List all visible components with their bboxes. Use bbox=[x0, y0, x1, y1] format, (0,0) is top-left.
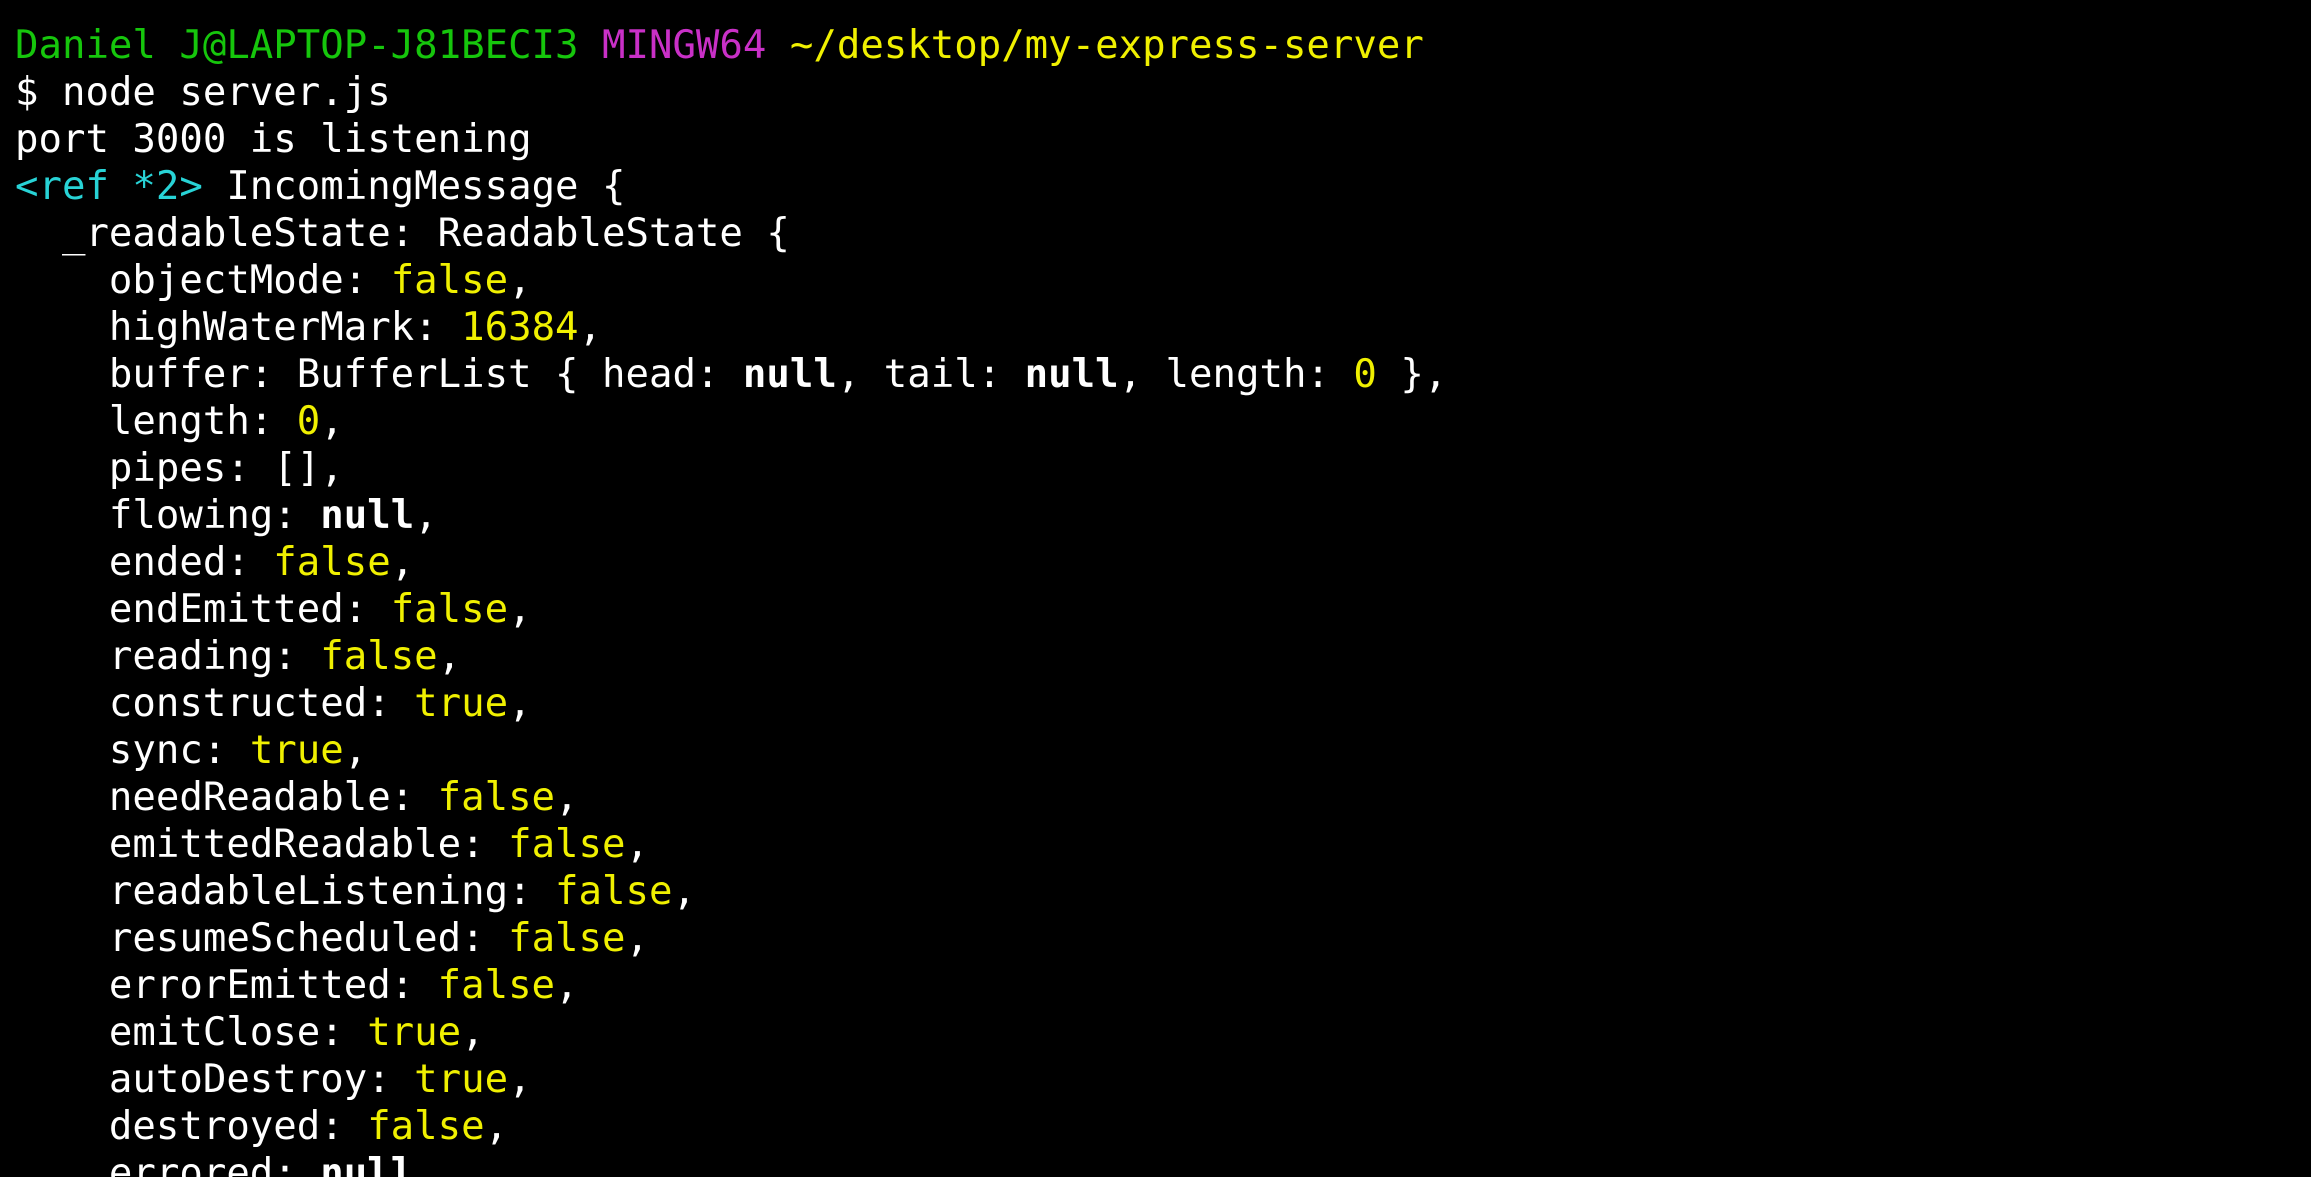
terminal-text: , bbox=[508, 681, 532, 726]
terminal-text: reading: bbox=[15, 634, 321, 679]
terminal-line: destroyed: false, bbox=[15, 1103, 1447, 1150]
terminal-text: flowing: bbox=[15, 493, 321, 538]
terminal-text: null bbox=[742, 352, 837, 397]
terminal-line: pipes: [], bbox=[15, 445, 1447, 492]
terminal-text: buffer: BufferList { head: bbox=[15, 352, 743, 397]
terminal-line: buffer: BufferList { head: null, tail: n… bbox=[15, 351, 1447, 398]
terminal-text: }, bbox=[1376, 352, 1448, 397]
terminal-text: sync: bbox=[15, 728, 250, 773]
terminal-text: false bbox=[367, 1104, 485, 1149]
terminal-text: highWaterMark: bbox=[15, 305, 462, 350]
terminal-text: errorEmitted: bbox=[15, 963, 438, 1008]
terminal-text: length: bbox=[15, 399, 297, 444]
terminal-line: endEmitted: false, bbox=[15, 586, 1447, 633]
terminal-line: readableListening: false, bbox=[15, 868, 1447, 915]
terminal-line: port 3000 is listening bbox=[15, 116, 1447, 163]
terminal-text: 0 bbox=[296, 399, 321, 444]
terminal-text: false bbox=[437, 775, 556, 820]
terminal-text: _readableState: ReadableState { bbox=[15, 211, 790, 256]
terminal-text: $ node server.js bbox=[15, 70, 391, 115]
terminal-line: reading: false, bbox=[15, 633, 1447, 680]
terminal-text: null bbox=[1024, 352, 1119, 397]
terminal-line: resumeScheduled: false, bbox=[15, 915, 1447, 962]
terminal-text: 16384 bbox=[461, 305, 579, 350]
terminal-text: false bbox=[508, 822, 626, 867]
terminal-line: _readableState: ReadableState { bbox=[15, 210, 1447, 257]
terminal-line: sync: true, bbox=[15, 727, 1447, 774]
terminal-text: , length: bbox=[1118, 352, 1354, 397]
terminal-window[interactable]: Daniel J@LAPTOP-J81BECI3 MINGW64 ~/deskt… bbox=[0, 0, 2311, 1177]
terminal-text: true bbox=[367, 1010, 462, 1055]
terminal-text: constructed: bbox=[15, 681, 415, 726]
terminal-text: , bbox=[508, 1057, 532, 1102]
terminal-line: needReadable: false, bbox=[15, 774, 1447, 821]
terminal-text: true bbox=[249, 728, 344, 773]
terminal-text: pipes: [], bbox=[15, 446, 344, 491]
terminal-line: constructed: true, bbox=[15, 680, 1447, 727]
terminal-line: objectMode: false, bbox=[15, 257, 1447, 304]
terminal-text: , bbox=[414, 1151, 438, 1177]
terminal-text: , bbox=[414, 493, 438, 538]
terminal-line: errorEmitted: false, bbox=[15, 962, 1447, 1009]
terminal-text: destroyed: bbox=[15, 1104, 368, 1149]
terminal-text: ~/desktop/my-express-server bbox=[789, 23, 1424, 68]
terminal-text: , bbox=[625, 822, 649, 867]
terminal-text: emittedReadable: bbox=[15, 822, 509, 867]
terminal-text: null bbox=[320, 1151, 415, 1177]
terminal-text: , bbox=[437, 634, 462, 679]
terminal-output: Daniel J@LAPTOP-J81BECI3 MINGW64 ~/deskt… bbox=[15, 22, 1447, 1177]
terminal-text: readableListening: bbox=[15, 869, 556, 914]
terminal-text: , bbox=[508, 258, 532, 303]
terminal-text: errored: bbox=[15, 1151, 321, 1177]
terminal-text: Daniel J@LAPTOP-J81BECI3 bbox=[15, 23, 579, 68]
terminal-text: emitClose: bbox=[15, 1010, 368, 1055]
terminal-text: resumeScheduled: bbox=[15, 916, 509, 961]
terminal-line: emittedReadable: false, bbox=[15, 821, 1447, 868]
terminal-text: endEmitted: bbox=[15, 587, 391, 632]
terminal-line: <ref *2> IncomingMessage { bbox=[15, 163, 1447, 210]
terminal-text: port 3000 is listening bbox=[15, 117, 532, 162]
terminal-line: highWaterMark: 16384, bbox=[15, 304, 1447, 351]
terminal-line: flowing: null, bbox=[15, 492, 1447, 539]
terminal-text: , tail: bbox=[836, 352, 1025, 397]
terminal-text: , bbox=[461, 1010, 485, 1055]
terminal-line: emitClose: true, bbox=[15, 1009, 1447, 1056]
terminal-text: MINGW64 bbox=[602, 23, 767, 68]
terminal-text: , bbox=[672, 869, 696, 914]
terminal-line: ended: false, bbox=[15, 539, 1447, 586]
terminal-text: true bbox=[414, 1057, 509, 1102]
terminal-text: , bbox=[343, 728, 368, 773]
terminal-text: false bbox=[390, 587, 509, 632]
terminal-text: needReadable: bbox=[15, 775, 438, 820]
terminal-text: false bbox=[437, 963, 556, 1008]
terminal-text: , bbox=[555, 963, 579, 1008]
prompt-line: Daniel J@LAPTOP-J81BECI3 MINGW64 ~/deskt… bbox=[15, 22, 1447, 69]
terminal-text: false bbox=[390, 258, 509, 303]
terminal-text: false bbox=[273, 540, 391, 585]
terminal-text: , bbox=[508, 587, 532, 632]
terminal-line: length: 0, bbox=[15, 398, 1447, 445]
terminal-text: true bbox=[414, 681, 509, 726]
terminal-text: 0 bbox=[1353, 352, 1377, 397]
terminal-text: autoDestroy: bbox=[15, 1057, 415, 1102]
terminal-text: , bbox=[484, 1104, 509, 1149]
terminal-line: errored: null, bbox=[15, 1150, 1447, 1177]
terminal-text: IncomingMessage { bbox=[202, 164, 626, 209]
terminal-text: objectMode: bbox=[15, 258, 391, 303]
terminal-text: , bbox=[320, 399, 344, 444]
terminal-text: , bbox=[390, 540, 415, 585]
terminal-text: , bbox=[625, 916, 649, 961]
terminal-line: autoDestroy: true, bbox=[15, 1056, 1447, 1103]
terminal-text: ended: bbox=[15, 540, 274, 585]
terminal-text: , bbox=[555, 775, 579, 820]
terminal-text: false bbox=[508, 916, 626, 961]
terminal-line: $ node server.js bbox=[15, 69, 1447, 116]
terminal-text: false bbox=[320, 634, 438, 679]
terminal-text: null bbox=[320, 493, 415, 538]
terminal-text: , bbox=[578, 305, 603, 350]
terminal-text: <ref *2> bbox=[15, 164, 203, 209]
terminal-text: false bbox=[555, 869, 673, 914]
